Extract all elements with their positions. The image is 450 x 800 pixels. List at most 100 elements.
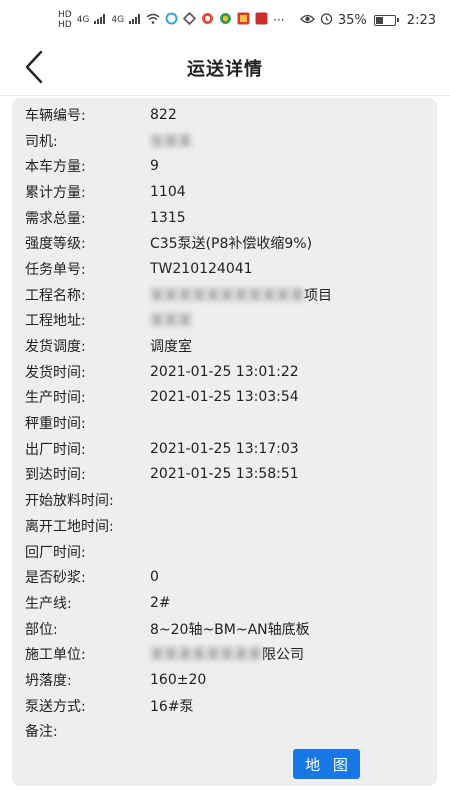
detail-row: 发货时间: 2021-01-25 13:01:22 xyxy=(12,359,437,385)
detail-label: 强度等级: xyxy=(25,236,86,253)
status-time: 2:23 xyxy=(406,12,436,28)
detail-row: 累计方量: 1104 xyxy=(12,179,437,205)
signal-1-label: 4G xyxy=(76,14,90,25)
detail-value: 1104 xyxy=(150,183,186,200)
redacted-value: 某某某某某某某某 xyxy=(150,647,262,664)
hd-label-2: HD xyxy=(58,19,72,30)
app-icon-2 xyxy=(182,11,197,29)
detail-label: 回厂时间: xyxy=(25,544,86,561)
detail-label: 秤重时间: xyxy=(25,416,86,433)
app-header: 运送详情 xyxy=(0,40,450,96)
signal-bars-icon xyxy=(94,13,106,28)
detail-row: 秤重时间: xyxy=(12,410,437,436)
more-notifications: ··· xyxy=(273,13,285,27)
value-tail: 项目 xyxy=(304,287,332,304)
detail-card: 车辆编号: 822 司机: 张某某本车方量: 9 累计方量: 1104 需求总量: 1315 强度… xyxy=(12,98,437,786)
detail-row: 到达时间: 2021-01-25 13:58:51 xyxy=(12,462,437,488)
app-icon-4 xyxy=(219,12,232,29)
detail-value: 2021-01-25 13:01:22 xyxy=(150,363,299,380)
detail-row: 本车方量: 9 xyxy=(12,153,437,179)
app-icon-3 xyxy=(201,12,214,29)
redacted-value: 张某某 xyxy=(150,133,192,150)
redacted-value: 某某某 xyxy=(150,313,192,330)
detail-value: 某某某某某某某某限公司 xyxy=(150,644,304,664)
detail-row: 施工单位: 某某某某某某某某限公司 xyxy=(12,641,437,667)
detail-label: 开始放料时间: xyxy=(25,493,114,510)
detail-label: 需求总量: xyxy=(25,210,86,227)
detail-label: 出厂时间: xyxy=(25,441,86,458)
detail-value: 8~20轴~BM~AN轴底板 xyxy=(150,621,310,638)
detail-label: 泵送方式: xyxy=(25,698,86,715)
app-icon-6 xyxy=(255,12,268,29)
detail-value: 16#泵 xyxy=(150,698,194,715)
status-bar: HD HD 4G 4G ··· 35% 2:23 xyxy=(0,0,450,40)
detail-label: 发货时间: xyxy=(25,364,86,381)
detail-value: C35泵送(P8补偿收缩9%) xyxy=(150,236,313,253)
detail-label: 车辆编号: xyxy=(25,107,86,124)
detail-label: 部位: xyxy=(25,621,58,638)
detail-value: 2021-01-25 13:17:03 xyxy=(150,440,299,457)
detail-label: 生产时间: xyxy=(25,390,86,407)
page-title: 运送详情 xyxy=(187,58,263,80)
detail-label: 发货调度: xyxy=(25,339,86,356)
detail-label: 累计方量: xyxy=(25,184,86,201)
app-icon-1 xyxy=(165,12,178,29)
detail-row: 是否砂浆: 0 xyxy=(12,564,437,590)
chevron-left-icon xyxy=(25,50,43,84)
detail-label: 施工单位: xyxy=(25,647,86,664)
detail-row: 部位: 8~20轴~BM~AN轴底板 xyxy=(12,616,437,642)
detail-value: 2# xyxy=(150,594,171,611)
detail-label: 是否砂浆: xyxy=(25,570,86,587)
alarm-icon xyxy=(320,12,333,29)
detail-row: 生产线: 2# xyxy=(12,590,437,616)
detail-value: 2021-01-25 13:03:54 xyxy=(150,389,299,406)
detail-label: 备注: xyxy=(25,724,58,741)
detail-value: 9 xyxy=(150,158,159,175)
detail-row: 生产时间: 2021-01-25 13:03:54 xyxy=(12,385,437,411)
signal-bars-icon-2 xyxy=(129,13,141,28)
detail-label: 到达时间: xyxy=(25,467,86,484)
detail-value: 160±20 xyxy=(150,671,207,688)
detail-label: 工程地址: xyxy=(25,313,86,330)
detail-row: 车辆编号: 822 xyxy=(12,102,437,128)
status-bar-left: HD HD 4G 4G ··· xyxy=(58,9,285,30)
map-button[interactable]: 地 图 xyxy=(293,749,360,779)
detail-label: 离开工地时间: xyxy=(25,518,114,535)
detail-value: 某某某某某某某某某某某项目 xyxy=(150,285,332,305)
detail-label: 司机: xyxy=(25,133,58,150)
detail-label: 生产线: xyxy=(25,595,72,612)
detail-row: 备注: xyxy=(12,719,437,745)
detail-value: 2021-01-25 13:58:51 xyxy=(150,466,299,483)
detail-row: 司机: 张某某 xyxy=(12,128,437,154)
hd-label-1: HD xyxy=(58,9,72,20)
detail-row: 强度等级: C35泵送(P8补偿收缩9%) xyxy=(12,230,437,256)
detail-row: 开始放料时间: xyxy=(12,487,437,513)
detail-row: 需求总量: 1315 xyxy=(12,205,437,231)
detail-label: 本车方量: xyxy=(25,159,86,176)
detail-row: 工程地址: 某某某 xyxy=(12,308,437,334)
signal-2-label: 4G xyxy=(111,14,125,25)
detail-row: 离开工地时间: xyxy=(12,513,437,539)
detail-row: 回厂时间: xyxy=(12,539,437,565)
detail-value: 1315 xyxy=(150,209,186,226)
status-bar-right: 35% 2:23 xyxy=(300,12,436,29)
detail-value: TW210124041 xyxy=(150,260,253,277)
detail-row: 工程名称: 某某某某某某某某某某某项目 xyxy=(12,282,437,308)
detail-value: 0 xyxy=(150,569,159,586)
battery-percent: 35% xyxy=(337,12,367,28)
detail-row: 任务单号: TW210124041 xyxy=(12,256,437,282)
back-button[interactable] xyxy=(18,48,50,86)
battery-icon xyxy=(373,14,399,26)
detail-label: 任务单号: xyxy=(25,261,86,278)
eye-icon xyxy=(300,13,315,28)
detail-label: 工程名称: xyxy=(25,287,86,304)
detail-row: 泵送方式: 16#泵 xyxy=(12,693,437,719)
detail-label: 坍落度: xyxy=(25,672,72,689)
app-icon-5 xyxy=(237,12,250,29)
detail-value: 调度室 xyxy=(150,339,192,356)
detail-row: 发货调度: 调度室 xyxy=(12,333,437,359)
hd-indicator: HD HD xyxy=(58,9,72,30)
redacted-value: 某某某某某某某某某某某 xyxy=(150,287,304,304)
detail-row: 坍落度: 160±20 xyxy=(12,667,437,693)
wifi-icon xyxy=(146,13,160,28)
